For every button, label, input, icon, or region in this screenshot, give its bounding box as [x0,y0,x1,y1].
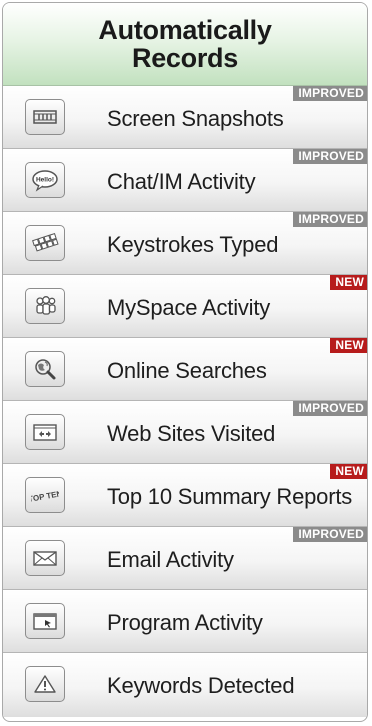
improved-badge: IMPROVED [293,527,367,542]
svg-text:Hello!: Hello! [36,177,54,184]
item-label: Chat/IM Activity [107,169,256,194]
keyboard-icon [25,225,65,261]
list-item-web-sites-visited: Web Sites Visited IMPROVED [3,401,367,464]
list-item-screen-snapshots: Screen Snapshots IMPROVED [3,86,367,149]
list-item-keywords-detected: Keywords Detected [3,653,367,717]
new-badge: NEW [330,464,367,479]
item-label: Keystrokes Typed [107,232,279,257]
header-title-line2: Records [132,43,238,73]
chat-bubble-icon: Hello! [25,162,65,198]
list-item-email-activity: Email Activity IMPROVED [3,527,367,590]
program-window-icon [25,603,65,639]
top-ten-icon: TOP TEN [25,477,65,513]
improved-badge: IMPROVED [293,149,367,164]
browser-folder-icon [25,414,65,450]
item-label: Top 10 Summary Reports [107,484,353,509]
panel-header: Automatically Records [3,3,367,86]
top-ten-icon-text: TOP TEN [31,489,59,504]
item-label: Screen Snapshots [107,106,284,131]
envelope-icon [25,540,65,576]
item-label: Keywords Detected [107,673,295,698]
list-item-myspace-activity: MySpace Activity NEW [3,275,367,338]
list-item-keystrokes-typed: Keystrokes Typed IMPROVED [3,212,367,275]
warning-triangle-icon [25,666,65,702]
list-item-online-searches: Online Searches NEW [3,338,367,401]
list-item-chat-im-activity: Hello! Chat/IM Activity IMPROVED [3,149,367,212]
improved-badge: IMPROVED [293,86,367,101]
new-badge: NEW [330,338,367,353]
item-label: Program Activity [107,610,263,635]
improved-badge: IMPROVED [293,212,367,227]
film-strip-icon [25,99,65,135]
header-title-line1: Automatically [98,15,272,45]
item-label: Email Activity [107,547,234,572]
feature-list: Screen Snapshots IMPROVED Hello! Chat/IM… [3,86,367,717]
item-label: MySpace Activity [107,295,271,320]
item-label: Web Sites Visited [107,421,276,446]
records-panel: Automatically Records Screen Snapshots I… [2,2,368,722]
list-item-program-activity: Program Activity [3,590,367,653]
myspace-people-icon [25,288,65,324]
item-label: Online Searches [107,358,267,383]
improved-badge: IMPROVED [293,401,367,416]
globe-magnifier-icon [25,351,65,387]
list-item-top-10-summary-reports: TOP TEN Top 10 Summary Reports NEW [3,464,367,527]
new-badge: NEW [330,275,367,290]
